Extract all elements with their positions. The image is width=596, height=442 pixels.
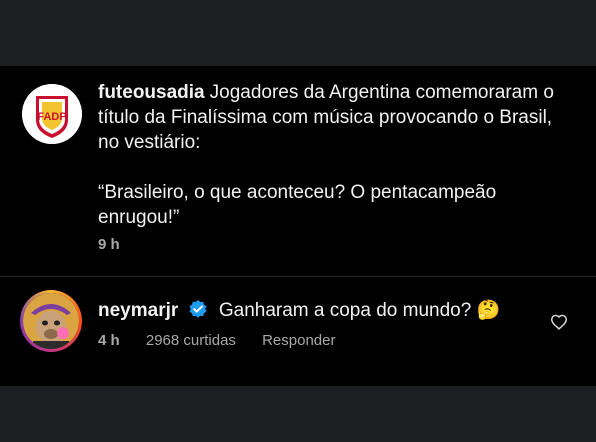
top-dim-band <box>0 0 596 66</box>
caption-text: futeousadia Jogadores da Argentina comemo… <box>98 80 558 230</box>
caption-paragraph-2: “Brasileiro, o que aconteceu? O pentacam… <box>98 182 497 228</box>
comment-username[interactable]: neymarjr <box>98 300 178 321</box>
post-username[interactable]: futeousadia <box>98 82 205 103</box>
svg-text:FADP: FADP <box>37 111 66 123</box>
bottom-dim-band <box>0 386 596 442</box>
avatar-image <box>23 293 79 349</box>
post-time: 9 h <box>98 236 120 253</box>
neymarjr-avatar[interactable] <box>20 290 82 352</box>
comment-meta: 4 h 2968 curtidas Responder <box>98 332 357 349</box>
ape-avatar-icon <box>23 293 79 349</box>
fadp-logo-icon: FADP <box>22 84 82 144</box>
verified-badge-icon <box>188 299 208 326</box>
comment-time: 4 h <box>98 332 120 349</box>
futeousadia-avatar[interactable]: FADP <box>22 84 82 144</box>
heart-icon[interactable] <box>550 314 568 335</box>
comment-text-line: neymarjr Ganharam a copa do mundo? 🤔 <box>98 298 500 326</box>
comment-likes[interactable]: 2968 curtidas <box>146 332 236 349</box>
divider <box>0 276 596 277</box>
reply-button[interactable]: Responder <box>262 332 335 349</box>
comment-text: Ganharam a copa do mundo? <box>218 300 472 321</box>
thinking-face-emoji: 🤔 <box>476 300 501 321</box>
comment-row: neymarjr Ganharam a copa do mundo? 🤔 4 h… <box>0 286 596 376</box>
